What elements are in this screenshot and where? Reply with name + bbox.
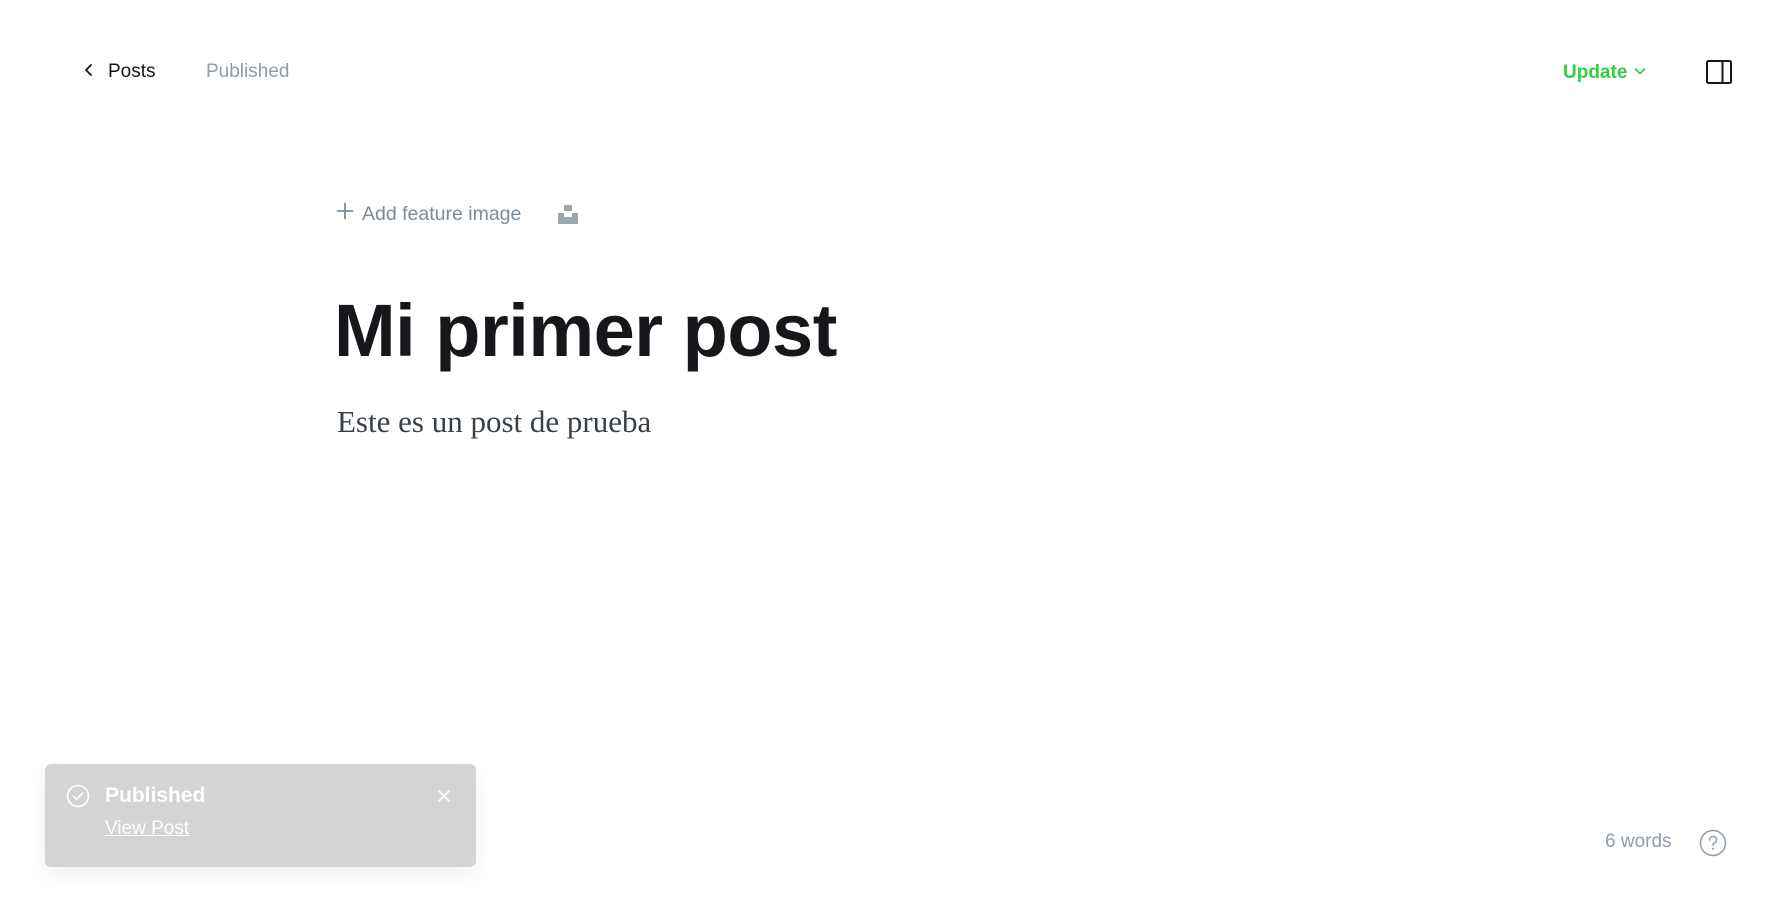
update-button-label: Update <box>1563 62 1628 83</box>
notification-title: Published <box>105 784 206 807</box>
add-feature-image-label: Add feature image <box>362 202 522 225</box>
sidebar-toggle-icon[interactable] <box>1706 60 1732 84</box>
post-body-text[interactable]: Este es un post de prueba <box>337 400 651 444</box>
feature-image-row: Add feature image <box>336 198 579 230</box>
chevron-left-icon <box>82 61 96 83</box>
word-count: 6 words <box>1605 831 1672 852</box>
plus-icon <box>336 202 354 226</box>
add-feature-image-button[interactable]: Add feature image <box>336 202 521 226</box>
unsplash-icon[interactable] <box>557 203 579 225</box>
view-post-link[interactable]: View Post <box>105 817 189 841</box>
back-link-label: Posts <box>108 61 156 82</box>
back-to-posts-link[interactable]: Posts <box>82 58 156 86</box>
post-title[interactable]: Mi primer post <box>334 285 837 377</box>
chevron-down-icon <box>1633 62 1647 84</box>
check-circle-icon <box>66 784 90 808</box>
update-button[interactable]: Update <box>1563 58 1647 88</box>
published-notification: Published View Post <box>45 764 476 867</box>
post-status-label: Published <box>206 61 290 82</box>
post-editor-page: Posts Published Update Add feature image <box>0 0 1779 908</box>
help-icon[interactable] <box>1699 829 1727 857</box>
close-icon[interactable] <box>436 788 452 804</box>
